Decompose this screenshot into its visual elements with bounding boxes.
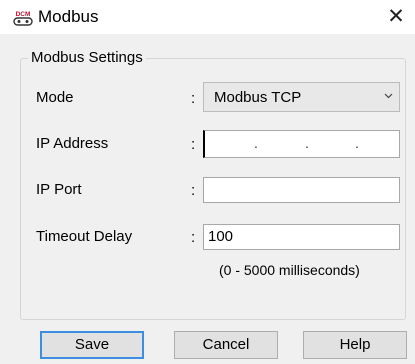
ip-dot-3: . [355,135,359,151]
ip-address-label: IP Address [36,135,109,152]
timeout-delay-field[interactable]: 100 [203,224,400,250]
ip-dot-1: . [254,135,258,151]
ip-address-field[interactable]: . . . [203,130,400,158]
icon-text: DCM [16,11,31,18]
close-button[interactable]: ✕ [382,4,410,30]
timeout-delay-colon: : [191,229,196,246]
title-bar: DCM Modbus ✕ [0,0,415,34]
help-button[interactable]: Help [303,331,407,359]
dcm-plug-icon: DCM [13,11,33,26]
ip-port-colon: : [191,182,196,199]
timeout-delay-label: Timeout Delay [36,228,133,245]
chevron-down-icon [384,93,393,99]
ip-dot-2: . [305,135,309,151]
mode-label: Mode [36,89,74,106]
ip-address-colon: : [191,136,196,153]
mode-colon: : [191,90,196,107]
cancel-button[interactable]: Cancel [174,331,278,359]
ip-port-label: IP Port [36,181,82,198]
modbus-dialog: DCM Modbus ✕ Modbus Settings Mode : Modb… [0,0,415,364]
mode-select-value: Modbus TCP [214,89,302,106]
group-legend: Modbus Settings [28,49,146,67]
ip-port-field[interactable] [203,177,400,203]
window-title: Modbus [38,7,99,26]
save-button[interactable]: Save [40,331,144,359]
timeout-range-hint: (0 - 5000 milliseconds) [219,262,360,278]
mode-select[interactable]: Modbus TCP [203,82,400,112]
dialog-client-area: Modbus Settings Mode : Modbus TCP IP Add… [0,34,415,364]
